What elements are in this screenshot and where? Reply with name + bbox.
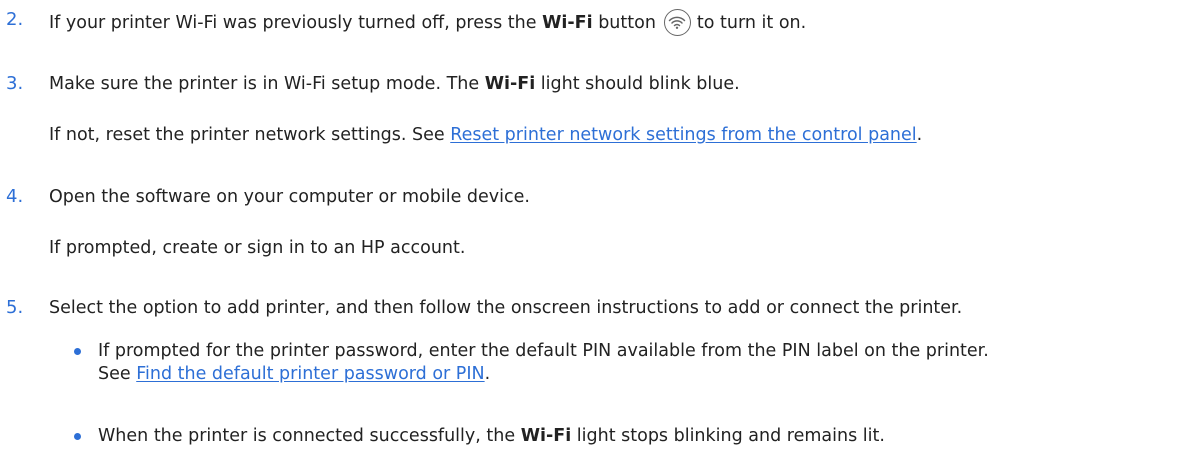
text-segment: If not, reset the printer network settin… — [49, 125, 451, 145]
wifi-label: Wi-Fi — [520, 426, 572, 446]
text-segment: . — [916, 125, 923, 145]
text-segment: to turn it on. — [696, 13, 807, 33]
step-number: 4. — [6, 186, 24, 207]
text-segment: button — [592, 13, 656, 33]
bullet-icon — [74, 433, 81, 440]
text-segment: When the printer is connected successful… — [98, 426, 521, 446]
text-segment: . — [484, 364, 491, 384]
reset-network-settings-link[interactable]: Reset printer network settings from the … — [450, 125, 916, 145]
bullet-text: When the printer is connected successful… — [98, 425, 885, 447]
step-subtext: If prompted, create or sign in to an HP … — [49, 238, 466, 258]
step-subtext: If not, reset the printer network settin… — [49, 124, 922, 146]
step-number: 2. — [6, 9, 24, 30]
step-number: 3. — [6, 73, 24, 94]
step-text: If your printer Wi-Fi was previously tur… — [49, 9, 806, 36]
text-segment: See — [98, 364, 137, 384]
step-text: Open the software on your computer or mo… — [49, 187, 530, 207]
wifi-label: Wi-Fi — [542, 13, 593, 33]
step-text: Make sure the printer is in Wi-Fi setup … — [49, 73, 740, 95]
text-segment: light stops blinking and remains lit. — [571, 426, 885, 446]
text-segment: If your printer Wi-Fi was previously tur… — [49, 13, 543, 33]
step-text: Select the option to add printer, and th… — [49, 298, 963, 318]
find-default-password-link[interactable]: Find the default printer password or PIN — [136, 364, 484, 384]
bullet-subtext: See Find the default printer password or… — [98, 363, 490, 385]
wifi-label: Wi-Fi — [484, 74, 536, 94]
bullet-icon — [74, 348, 81, 355]
text-segment: Make sure the printer is in Wi-Fi setup … — [49, 74, 485, 94]
bullet-text: If prompted for the printer password, en… — [98, 341, 989, 361]
step-number: 5. — [6, 297, 24, 318]
wifi-icon — [663, 9, 691, 36]
text-segment: light should blink blue. — [535, 74, 740, 94]
